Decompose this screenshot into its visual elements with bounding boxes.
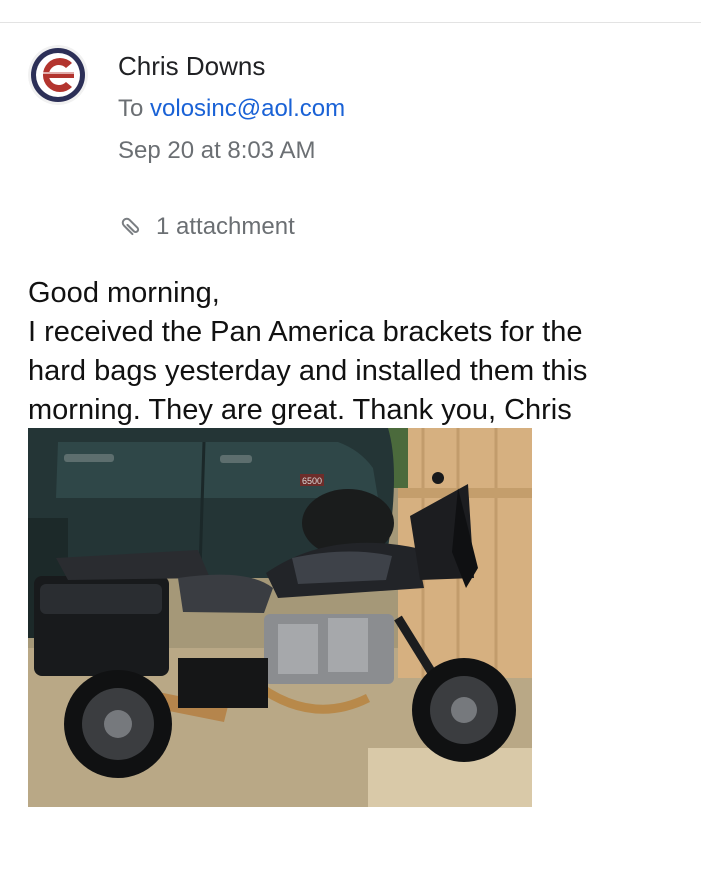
body-line: I received the Pan America brackets for … xyxy=(28,316,583,348)
body-line: morning. They are great. Thank you, Chri… xyxy=(28,394,572,426)
sender-avatar[interactable] xyxy=(28,45,88,105)
sender-name[interactable]: Chris Downs xyxy=(118,50,265,82)
recipient-line: To volosinc@aol.com xyxy=(118,94,345,124)
body-line: Good morning, xyxy=(28,277,220,309)
attachment-summary[interactable]: 1 attachment xyxy=(118,212,295,242)
header-divider xyxy=(0,22,701,23)
sent-date: Sep 20 at 8:03 AM xyxy=(118,137,316,164)
c-logo-icon xyxy=(28,45,88,105)
truck-badge: 6500 xyxy=(302,476,322,486)
attachment-count: 1 attachment xyxy=(156,213,295,240)
to-label: To xyxy=(118,95,144,122)
recipient-address[interactable]: volosinc@aol.com xyxy=(150,95,345,122)
paperclip-icon xyxy=(118,214,144,240)
body-line: hard bags yesterday and installed them t… xyxy=(28,355,588,387)
attached-photo-motorcycle[interactable]: 6500 xyxy=(28,428,532,807)
email-body: Good morning, I received the Pan America… xyxy=(28,274,693,430)
